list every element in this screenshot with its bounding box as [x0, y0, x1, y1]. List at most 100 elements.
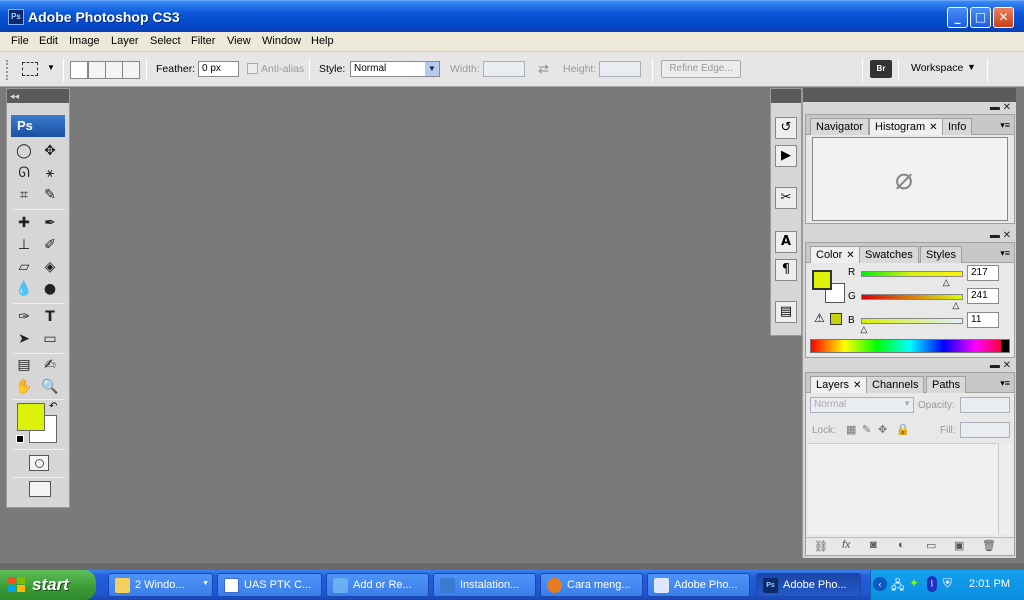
dodge-tool-icon[interactable]: ● — [39, 279, 61, 299]
default-colors-icon[interactable] — [16, 435, 24, 443]
feather-input[interactable]: 0 px — [198, 61, 239, 77]
rectangular-marquee-tool-preset-icon[interactable] — [22, 62, 38, 76]
menu-help[interactable]: Help — [311, 35, 334, 47]
toolbox-collapse-icon[interactable]: ◂◂ — [7, 89, 69, 103]
new-layer-icon[interactable]: ▣ — [954, 539, 964, 552]
magic-wand-tool-icon[interactable]: ⚹ — [39, 163, 61, 183]
brush-tool-icon[interactable]: ✒ — [39, 213, 61, 233]
layer-comps-panel-icon[interactable]: ▤ — [775, 301, 797, 323]
tray-expand-icon[interactable]: ‹ — [873, 577, 887, 591]
lock-all-icon[interactable]: 🔒 — [896, 423, 910, 436]
elliptical-marquee-tool-icon[interactable]: ◯ — [13, 141, 35, 161]
gamut-color-swatch[interactable] — [830, 313, 842, 325]
tab-info[interactable]: Info — [942, 118, 973, 135]
close-button[interactable]: ✕ — [993, 7, 1014, 28]
intersect-selection-icon[interactable] — [122, 61, 140, 79]
taskbar-item-installation[interactable]: Instalation... — [433, 573, 536, 597]
path-selection-tool-icon[interactable]: ➤ — [13, 329, 35, 349]
screen-mode-icon[interactable] — [29, 481, 51, 497]
crop-tool-icon[interactable]: ⌗ — [13, 185, 35, 205]
menu-window[interactable]: Window — [262, 35, 301, 47]
foreground-color-swatch[interactable] — [17, 403, 45, 431]
tray-app-icon[interactable]: ✦ — [909, 576, 919, 590]
b-slider-thumb[interactable]: △ — [860, 324, 867, 335]
taskbar-item-add-remove[interactable]: Add or Re... — [326, 573, 429, 597]
photoshop-logo[interactable]: Ps — [11, 115, 65, 137]
foreground-color-swatch[interactable] — [812, 270, 832, 290]
tab-histogram[interactable]: Histogram ✕ — [869, 118, 944, 135]
actions-panel-icon[interactable]: ▶ — [775, 145, 797, 167]
workspace-dropdown-icon[interactable]: ▼ — [967, 62, 976, 72]
character-panel-icon[interactable]: A — [775, 231, 797, 253]
new-selection-icon[interactable] — [70, 61, 88, 79]
add-to-selection-icon[interactable] — [88, 61, 106, 79]
hand-tool-icon[interactable]: ✋ — [13, 377, 35, 397]
new-group-icon[interactable]: ▭ — [926, 539, 936, 552]
security-icon[interactable]: ⛨ — [943, 576, 952, 591]
warning-icon[interactable]: ⚠ — [814, 311, 825, 325]
taskbar-item-windows-explorer[interactable]: 2 Windo... ▼ — [108, 573, 213, 597]
fill-input[interactable] — [960, 422, 1010, 438]
tab-color[interactable]: Color ✕ — [810, 246, 861, 263]
eyedropper-tool-icon[interactable]: ✍ — [39, 355, 61, 375]
link-layers-icon[interactable]: ⛓ — [814, 540, 828, 553]
menu-view[interactable]: View — [227, 35, 251, 47]
move-tool-icon[interactable]: ✥ — [39, 141, 61, 161]
g-slider[interactable] — [861, 294, 963, 300]
refine-edge-button[interactable]: Refine Edge... — [661, 60, 741, 78]
type-tool-icon[interactable]: T — [39, 307, 61, 327]
rectangle-tool-icon[interactable]: ▭ — [39, 329, 61, 349]
taskbar-item-photoshop-2[interactable]: Ps Adobe Pho... — [756, 573, 861, 597]
panel-menu-icon[interactable]: ▾≡ — [1000, 120, 1010, 131]
opacity-input[interactable] — [960, 397, 1010, 413]
history-panel-icon[interactable]: ↺ — [775, 117, 797, 139]
r-slider-thumb[interactable]: △ — [943, 277, 950, 288]
layer-mask-icon[interactable]: ◙ — [870, 539, 877, 551]
b-value-input[interactable]: 11 — [967, 312, 999, 328]
tab-channels[interactable]: Channels — [866, 376, 925, 393]
network-icon[interactable]: 🖧 — [891, 576, 904, 597]
lock-image-icon[interactable]: ✎ — [862, 423, 871, 436]
menu-file[interactable]: File — [11, 35, 29, 47]
swap-dimensions-icon[interactable]: ⇄ — [538, 61, 549, 77]
r-value-input[interactable]: 217 — [967, 265, 999, 281]
menu-edit[interactable]: Edit — [39, 35, 58, 47]
minimize-button[interactable]: _ — [947, 7, 968, 28]
healing-brush-tool-icon[interactable]: ✚ — [13, 213, 35, 233]
paint-bucket-tool-icon[interactable]: ◈ — [39, 257, 61, 277]
lock-position-icon[interactable]: ✥ — [878, 423, 887, 436]
menu-filter[interactable]: Filter — [191, 35, 215, 47]
b-slider[interactable] — [861, 318, 963, 324]
slice-tool-icon[interactable]: ✎ — [39, 185, 61, 205]
clone-stamp-tool-icon[interactable]: ⊥ — [13, 235, 35, 255]
paragraph-panel-icon[interactable]: ¶ — [775, 259, 797, 281]
tool-preset-dropdown-icon[interactable]: ▼ — [47, 63, 55, 72]
height-input[interactable] — [599, 61, 641, 77]
lasso-tool-icon[interactable]: ᘏ — [13, 163, 35, 183]
layer-style-icon[interactable]: fx — [842, 539, 851, 551]
lock-transparency-icon[interactable]: ▦ — [846, 423, 856, 436]
document-canvas-area[interactable] — [70, 88, 770, 563]
taskbar-item-firefox[interactable]: Cara meng... — [540, 573, 643, 597]
blend-mode-select[interactable]: Normal ▼ — [810, 397, 914, 413]
tab-navigator[interactable]: Navigator — [810, 118, 870, 135]
width-input[interactable] — [483, 61, 525, 77]
menu-layer[interactable]: Layer — [111, 35, 139, 47]
panel-close-icon[interactable]: ▬ ✕ — [990, 360, 1011, 371]
tab-paths[interactable]: Paths — [926, 376, 967, 393]
tab-styles[interactable]: Styles — [920, 246, 962, 263]
zoom-tool-icon[interactable]: 🔍 — [39, 377, 61, 397]
subtract-from-selection-icon[interactable] — [105, 61, 123, 79]
quick-mask-icon[interactable] — [29, 455, 49, 471]
bluetooth-icon[interactable]: ᛒ — [927, 576, 937, 592]
blur-tool-icon[interactable]: 💧 — [13, 279, 35, 299]
bridge-icon[interactable]: Br — [870, 60, 892, 78]
close-icon[interactable]: ✕ — [929, 122, 937, 133]
close-icon[interactable]: ✕ — [846, 250, 854, 261]
notes-tool-icon[interactable]: ▤ — [13, 355, 35, 375]
trash-icon[interactable]: 🗑 — [982, 539, 996, 552]
antialias-checkbox[interactable] — [247, 63, 258, 74]
panel-menu-icon[interactable]: ▾≡ — [1000, 248, 1010, 259]
close-icon[interactable]: ✕ — [853, 380, 861, 391]
taskbar-item-photoshop-1[interactable]: Adobe Pho... — [647, 573, 750, 597]
